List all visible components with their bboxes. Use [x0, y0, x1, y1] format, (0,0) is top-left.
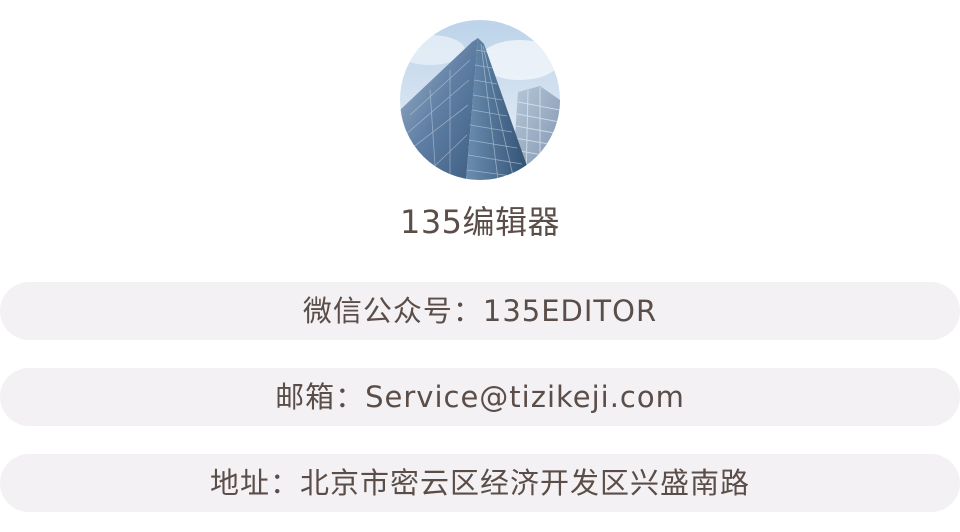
skyscraper-photo-icon — [400, 20, 560, 180]
contact-card: 135编辑器 微信公众号：135EDITOR 邮箱：Service@tizike… — [0, 0, 960, 532]
email-pill[interactable]: 邮箱：Service@tizikeji.com — [0, 368, 960, 426]
organization-name: 135编辑器 — [399, 203, 561, 241]
wechat-account-pill: 微信公众号：135EDITOR — [0, 282, 960, 340]
avatar — [400, 20, 560, 180]
address-pill: 地址：北京市密云区经济开发区兴盛南路 — [0, 454, 960, 512]
